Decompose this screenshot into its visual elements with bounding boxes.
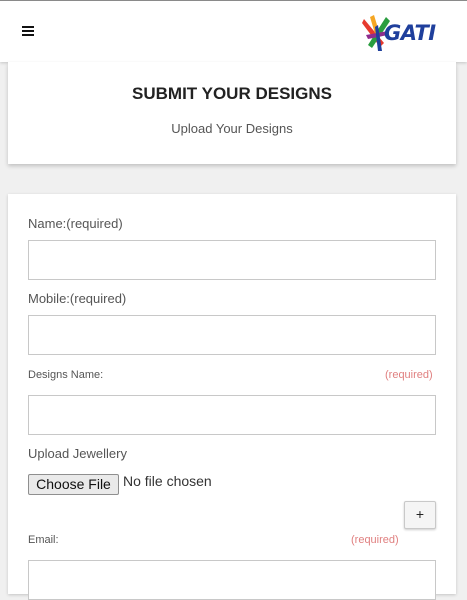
design-name-label: Designs Name: [28,369,104,381]
intro-card: SUBMIT YOUR DESIGNS Upload Your Designs [8,62,456,164]
hamburger-menu-icon[interactable] [22,25,34,37]
page-subtitle: Upload Your Designs [171,121,293,136]
add-more-files-button[interactable]: + [404,501,436,529]
name-input[interactable] [28,240,436,280]
page-title: SUBMIT YOUR DESIGNS [132,84,332,103]
mobile-input[interactable] [28,315,436,355]
design-name-required-badge: (required) [385,369,433,381]
logo-text: GATI [384,21,436,45]
email-required-badge: (required) [351,534,399,546]
upload-jewellery-label: Upload Jewellery [28,446,127,461]
name-label: Name:(required) [28,216,123,231]
email-input[interactable] [28,560,436,600]
file-status-text: No file chosen [123,473,212,489]
email-label: Email: [28,534,59,546]
choose-file-button[interactable]: Choose File [28,474,119,495]
mobile-label: Mobile:(required) [28,291,127,306]
top-navbar: GATI [0,0,467,62]
design-name-input[interactable] [28,395,436,435]
design-upload-form: Name:(required) Mobile:(required) Design… [8,194,456,600]
